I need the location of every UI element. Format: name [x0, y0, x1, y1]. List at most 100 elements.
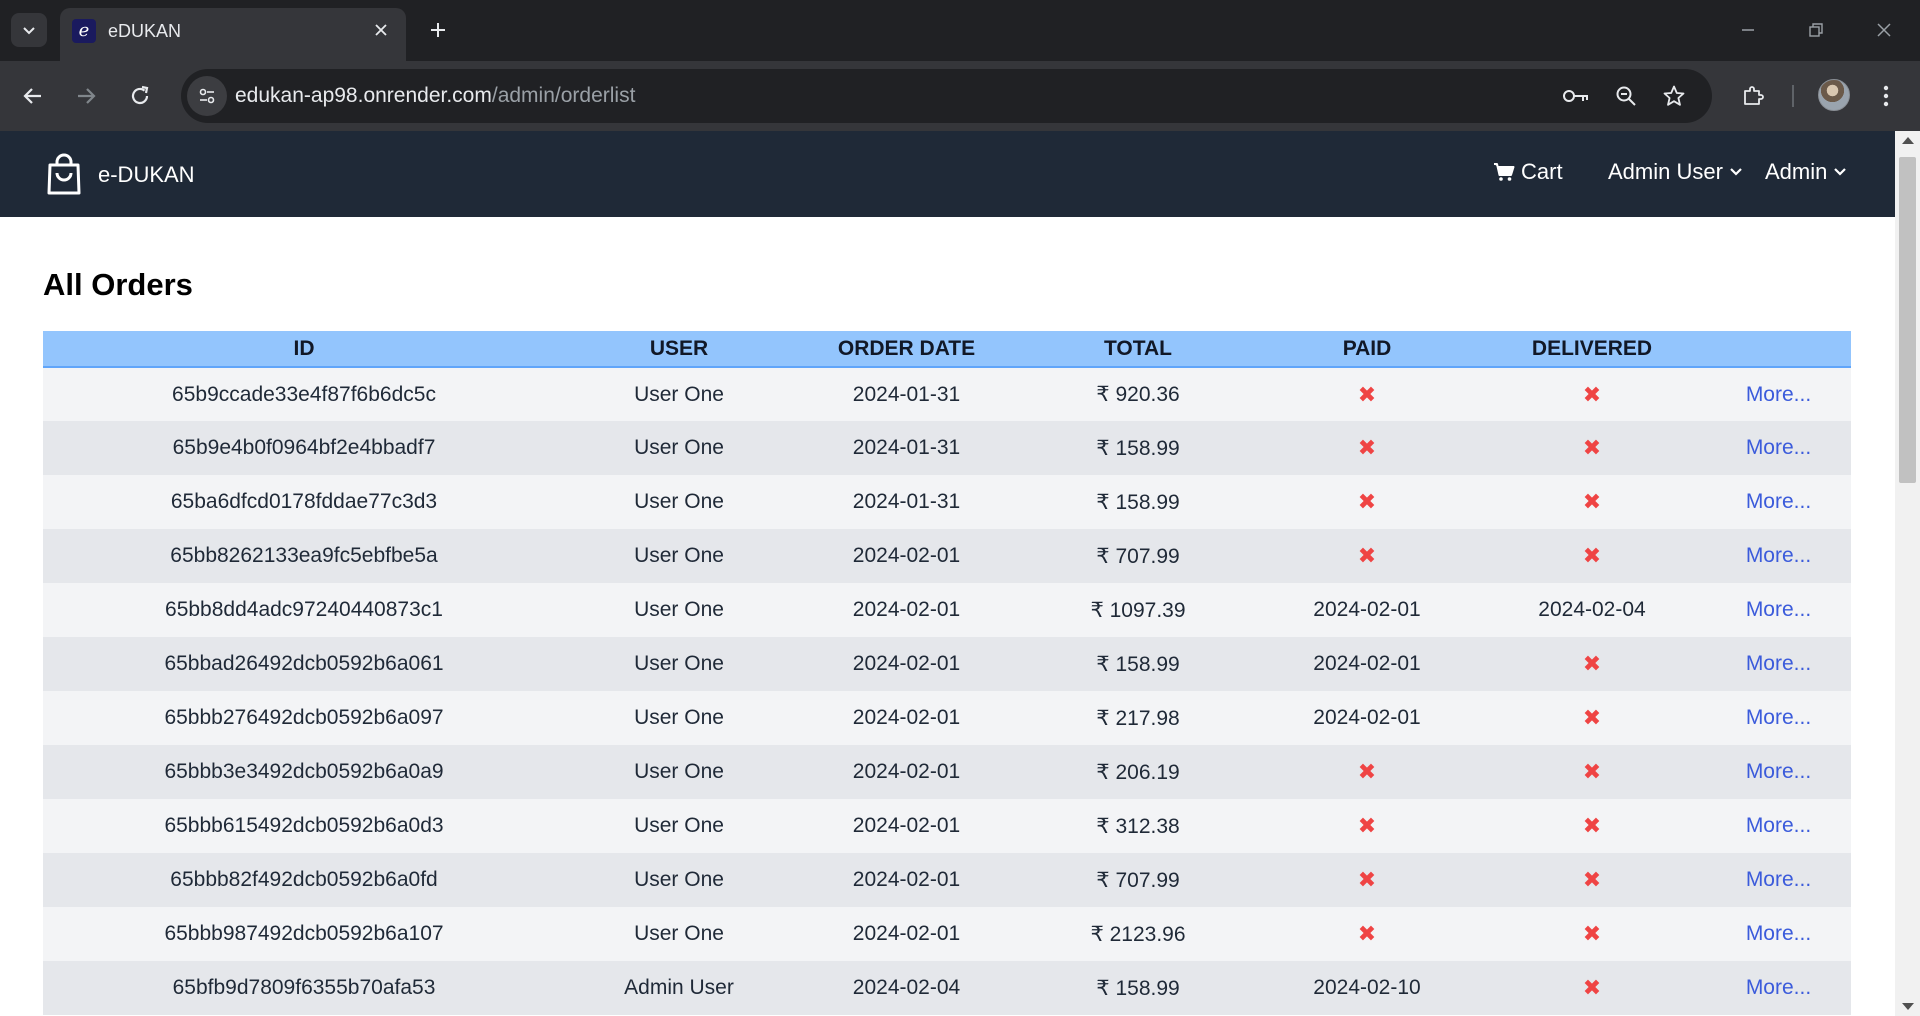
- order-user-cell-container: Admin User: [565, 961, 793, 1015]
- scrollbar-thumb[interactable]: [1899, 157, 1916, 483]
- not-delivered-cross-icon: ✖: [1582, 651, 1602, 676]
- browser-menu-button[interactable]: [1868, 78, 1904, 114]
- order-id-cell: 65bbb615492dcb0592b6a0d3: [164, 814, 444, 837]
- order-date-cell-container: 2024-01-31: [793, 475, 1020, 529]
- column-header-order-date: ORDER DATE: [793, 331, 1020, 368]
- order-delivered-cell-container: ✖: [1478, 907, 1706, 961]
- page-viewport: e-DUKAN Cart Admin User Admin All Orders…: [0, 131, 1895, 1016]
- more-vertical-icon: [1883, 85, 1889, 107]
- key-icon: [1563, 90, 1588, 102]
- order-paid-cell-container: ✖: [1256, 475, 1478, 529]
- back-button[interactable]: [15, 78, 51, 114]
- minimize-button[interactable]: [1724, 10, 1772, 50]
- user-menu-label: Admin User: [1608, 159, 1723, 184]
- more-details-link[interactable]: More...: [1746, 436, 1811, 459]
- order-total-cell: ₹ 206.19: [1096, 760, 1180, 784]
- restore-icon: [1809, 23, 1823, 37]
- order-total-cell-container: ₹ 707.99: [1020, 529, 1256, 583]
- order-total-cell: ₹ 920.36: [1096, 383, 1180, 406]
- zoom-out-icon: [1616, 86, 1636, 106]
- order-total-cell-container: ₹ 206.19: [1020, 745, 1256, 799]
- order-details-link-container: More...: [1706, 961, 1851, 1015]
- more-details-link[interactable]: More...: [1746, 814, 1811, 837]
- order-delivered-cell-container: ✖: [1478, 691, 1706, 745]
- more-details-link[interactable]: More...: [1746, 976, 1811, 999]
- user-menu-dropdown[interactable]: Admin User: [1608, 159, 1743, 185]
- address-bar[interactable]: edukan-ap98.onrender.com/admin/orderlist: [181, 69, 1712, 123]
- new-tab-button[interactable]: [422, 14, 454, 46]
- order-date-cell: 2024-01-31: [852, 436, 961, 459]
- order-total-cell-container: ₹ 158.99: [1020, 475, 1256, 529]
- not-delivered-cross-icon: ✖: [1582, 489, 1602, 514]
- order-paid-cell-container: ✖: [1256, 421, 1478, 475]
- order-id-cell-container: 65bfb9d7809f6355b70afa53: [43, 961, 565, 1015]
- order-details-link-container: More...: [1706, 799, 1851, 853]
- scroll-up-arrow-icon[interactable]: [1902, 137, 1914, 144]
- reload-button[interactable]: [122, 78, 158, 114]
- order-user-cell-container: User One: [565, 637, 793, 691]
- more-details-link[interactable]: More...: [1746, 706, 1811, 729]
- admin-menu-label: Admin: [1765, 159, 1828, 184]
- not-delivered-cross-icon: ✖: [1582, 759, 1602, 784]
- order-user-cell: User One: [634, 706, 724, 729]
- more-details-link[interactable]: More...: [1746, 544, 1811, 567]
- chevron-down-icon: [23, 27, 35, 35]
- site-info-button[interactable]: [187, 76, 227, 116]
- more-details-link[interactable]: More...: [1746, 490, 1811, 513]
- order-id-cell-container: 65bbad26492dcb0592b6a061: [43, 637, 565, 691]
- order-user-cell-container: User One: [565, 799, 793, 853]
- order-total-cell: ₹ 217.98: [1096, 706, 1180, 730]
- bookmark-button[interactable]: [1659, 81, 1689, 111]
- url-text[interactable]: edukan-ap98.onrender.com/admin/orderlist: [235, 84, 635, 108]
- edukan-favicon-icon: e: [72, 19, 96, 43]
- order-delivered-cell-container: ✖: [1478, 745, 1706, 799]
- password-key-button[interactable]: [1561, 81, 1591, 111]
- table-row: 65b9ccade33e4f87f6b6dc5c User One 2024-01-…: [43, 367, 1851, 421]
- arrow-left-icon: [23, 88, 41, 104]
- order-user-cell-container: User One: [565, 853, 793, 907]
- order-date-cell: 2024-01-31: [852, 490, 961, 513]
- browser-tab[interactable]: e eDUKAN: [60, 8, 406, 61]
- cart-icon: [1494, 163, 1515, 181]
- forward-button[interactable]: [68, 78, 104, 114]
- cart-label: Cart: [1521, 159, 1563, 184]
- page-scrollbar[interactable]: [1895, 131, 1920, 1016]
- close-window-button[interactable]: [1860, 10, 1908, 50]
- order-total-cell: ₹ 707.99: [1096, 868, 1180, 892]
- restore-button[interactable]: [1792, 10, 1840, 50]
- column-header-delivered: DELIVERED: [1478, 331, 1706, 368]
- order-delivered-cell-container: 2024-02-04: [1478, 583, 1706, 637]
- more-details-link[interactable]: More...: [1746, 760, 1811, 783]
- more-details-link[interactable]: More...: [1746, 868, 1811, 891]
- table-row: 65bfb9d7809f6355b70afa53 Admin User 2024-0…: [43, 961, 1851, 1015]
- star-icon: [1663, 85, 1685, 106]
- order-delivered-cell-container: ✖: [1478, 421, 1706, 475]
- order-details-link-container: More...: [1706, 583, 1851, 637]
- more-details-link[interactable]: More...: [1746, 598, 1811, 621]
- order-delivered-cell-container: ✖: [1478, 367, 1706, 421]
- more-details-link[interactable]: More...: [1746, 922, 1811, 945]
- brand-link[interactable]: e-DUKAN: [44, 153, 195, 197]
- scroll-down-arrow-icon[interactable]: [1902, 1003, 1914, 1010]
- close-icon: [375, 24, 387, 36]
- order-user-cell: User One: [634, 598, 724, 621]
- order-date-cell-container: 2024-01-31: [793, 367, 1020, 421]
- tab-close-button[interactable]: [368, 17, 394, 43]
- order-delivered-cell-container: ✖: [1478, 529, 1706, 583]
- admin-menu-dropdown[interactable]: Admin: [1765, 159, 1847, 185]
- more-details-link[interactable]: More...: [1746, 652, 1811, 675]
- order-date-cell-container: 2024-02-01: [793, 907, 1020, 961]
- tab-search-button[interactable]: [11, 13, 47, 47]
- extensions-button[interactable]: [1735, 78, 1771, 114]
- order-id-cell: 65bfb9d7809f6355b70afa53: [172, 976, 436, 999]
- zoom-button[interactable]: [1611, 81, 1641, 111]
- table-row: 65bbb82f492dcb0592b6a0fd User One 2024-02-…: [43, 853, 1851, 907]
- order-user-cell-container: User One: [565, 691, 793, 745]
- order-id-cell-container: 65bb8dd4adc97240440873c1: [43, 583, 565, 637]
- plus-icon: [431, 23, 445, 37]
- profile-avatar[interactable]: [1818, 79, 1850, 111]
- chevron-down-icon: [1834, 168, 1847, 176]
- more-details-link[interactable]: More...: [1746, 383, 1811, 406]
- cart-link[interactable]: Cart: [1493, 159, 1563, 185]
- not-delivered-cross-icon: ✖: [1582, 435, 1602, 460]
